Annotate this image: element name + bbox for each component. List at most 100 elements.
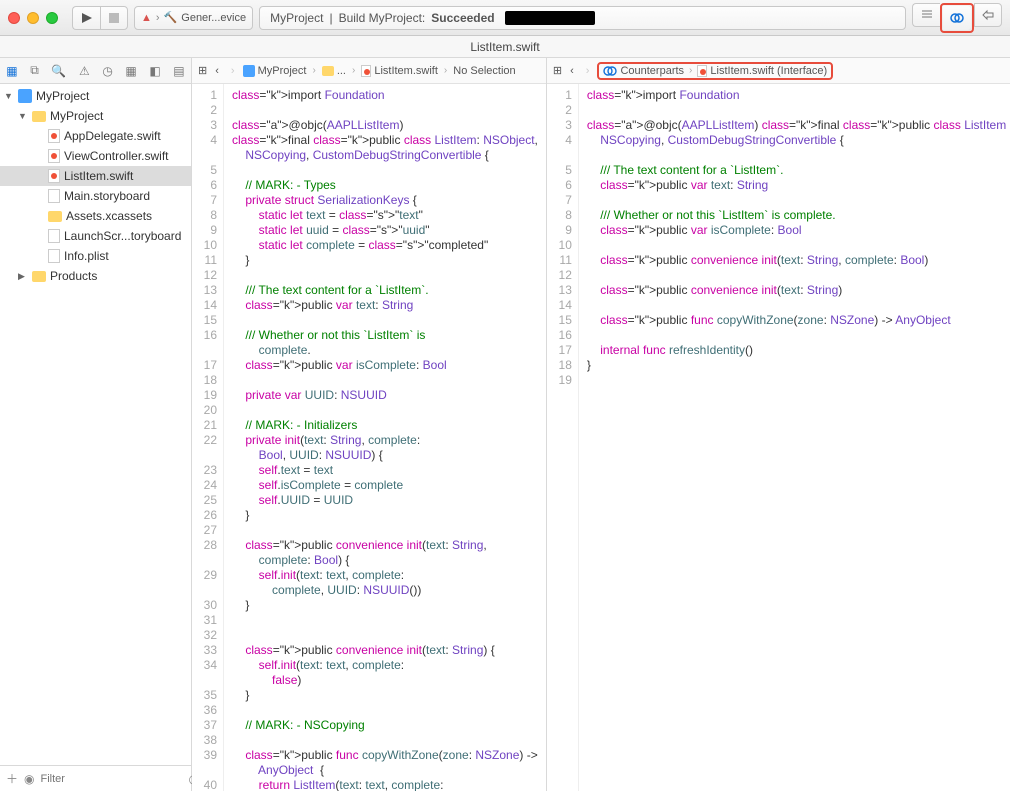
status-sep: | — [329, 11, 332, 25]
standard-editor-button[interactable] — [912, 3, 940, 27]
assets-icon — [48, 211, 62, 222]
tree-file[interactable]: Assets.xcassets — [0, 206, 191, 226]
version-editor-button[interactable] — [974, 3, 1002, 27]
main-area: ▦ ⧉ 🔍 ⚠ ◷ ▦ ◧ ▤ ▼ MyProject ▼ MyProject … — [0, 58, 1010, 791]
primary-editor: ⊞ ‹ › MyProject › ... › ListItem.swift › — [192, 58, 547, 791]
tree-group[interactable]: ▼ MyProject — [0, 106, 191, 126]
folder-icon — [322, 66, 334, 76]
code-editor-left[interactable]: 1234 5678910111213141516 171819202122 23… — [192, 84, 546, 791]
scheme-selector[interactable]: ▲ › 🔨 Gener...evice — [134, 6, 253, 30]
disclosure-icon[interactable]: ▼ — [18, 111, 28, 121]
redacted-area — [505, 11, 595, 25]
jump-folder[interactable]: ... — [322, 65, 346, 77]
counterparts-highlight: Counterparts › ListItem.swift (Interface… — [597, 62, 833, 80]
disclosure-icon[interactable]: ▼ — [4, 91, 14, 101]
code-content[interactable]: class="k">import Foundation class="a">@o… — [579, 84, 1010, 791]
jump-file[interactable]: ListItem.swift — [361, 65, 438, 77]
navigator-tabs: ▦ ⧉ 🔍 ⚠ ◷ ▦ ◧ ▤ — [0, 58, 191, 84]
back-button[interactable]: ‹ — [566, 65, 578, 77]
tree-products[interactable]: ▶ Products — [0, 266, 191, 286]
test-navigator-tab[interactable]: ◷ — [102, 64, 112, 78]
jump-counterparts[interactable]: Counterparts — [603, 65, 684, 77]
chevron-icon: › — [350, 65, 357, 76]
line-gutter: 1234 5678910111213141516 171819202122 23… — [192, 84, 224, 791]
swift-file-icon — [361, 65, 371, 77]
storyboard-file-icon — [48, 229, 60, 243]
swift-file-icon — [48, 129, 60, 143]
tree-file[interactable]: Main.storyboard — [0, 186, 191, 206]
tree-file-selected[interactable]: ListItem.swift — [0, 166, 191, 186]
run-button[interactable] — [72, 6, 100, 30]
find-navigator-tab[interactable]: 🔍 — [51, 64, 66, 78]
tree-file[interactable]: AppDelegate.swift — [0, 126, 191, 146]
forward-button[interactable]: › — [227, 65, 239, 77]
file-label: LaunchScr...toryboard — [64, 229, 181, 243]
jump-bar-left[interactable]: ⊞ ‹ › MyProject › ... › ListItem.swift › — [192, 58, 546, 84]
assistant-editor-button[interactable] — [943, 6, 971, 30]
file-label: ListItem.swift — [64, 169, 133, 183]
window-controls — [8, 12, 58, 24]
swift-file-icon — [48, 149, 60, 163]
chevron-icon: › — [687, 65, 694, 76]
products-label: Products — [50, 269, 97, 283]
add-button[interactable]: ＋ — [6, 770, 18, 787]
status-result: Succeeded — [431, 11, 494, 25]
hammer-icon: 🔨 — [164, 11, 178, 24]
filter-scope-icon[interactable]: ◉ — [24, 772, 34, 786]
file-label: Info.plist — [64, 249, 109, 263]
code-content[interactable]: class="k">import Foundation class="a">@o… — [224, 84, 546, 791]
navigator-footer: ＋ ◉ ◷ ▢ — [0, 765, 191, 791]
tree-file[interactable]: Info.plist — [0, 246, 191, 266]
minimize-window-button[interactable] — [27, 12, 39, 24]
status-action: Build MyProject: — [339, 11, 426, 25]
scheme-target-label: Gener...evice — [181, 12, 246, 24]
filter-input[interactable] — [41, 773, 183, 785]
storyboard-file-icon — [48, 189, 60, 203]
navigator-panel: ▦ ⧉ 🔍 ⚠ ◷ ▦ ◧ ▤ ▼ MyProject ▼ MyProject … — [0, 58, 192, 791]
editor-mode-group — [912, 3, 1002, 33]
project-icon — [18, 89, 32, 103]
close-window-button[interactable] — [8, 12, 20, 24]
file-title: ListItem.swift — [470, 40, 539, 54]
stop-button[interactable] — [100, 6, 128, 30]
forward-button[interactable]: › — [582, 65, 594, 77]
back-button[interactable]: ‹ — [211, 65, 223, 77]
run-stop-group — [72, 6, 128, 30]
project-tree[interactable]: ▼ MyProject ▼ MyProject AppDelegate.swif… — [0, 84, 191, 765]
project-icon — [243, 65, 255, 77]
tree-file[interactable]: LaunchScr...toryboard — [0, 226, 191, 246]
disclosure-icon[interactable]: ▶ — [18, 271, 28, 282]
root-label: MyProject — [36, 89, 89, 103]
jump-selection[interactable]: No Selection — [453, 65, 515, 77]
debug-navigator-tab[interactable]: ▦ — [125, 64, 136, 78]
tree-root[interactable]: ▼ MyProject — [0, 86, 191, 106]
file-label: ViewController.swift — [64, 149, 168, 163]
issue-navigator-tab[interactable]: ⚠ — [79, 64, 90, 78]
related-items-icon[interactable]: ⊞ — [553, 64, 562, 77]
chevron-icon: › — [442, 65, 449, 76]
assistant-editor-highlight — [940, 3, 974, 33]
related-items-icon[interactable]: ⊞ — [198, 64, 207, 77]
status-project: MyProject — [270, 11, 323, 25]
jump-interface-file[interactable]: ListItem.swift (Interface) — [697, 65, 827, 77]
zoom-window-button[interactable] — [46, 12, 58, 24]
editor-area: ⊞ ‹ › MyProject › ... › ListItem.swift › — [192, 58, 1010, 791]
chevron-icon: › — [310, 65, 317, 76]
activity-status[interactable]: MyProject | Build MyProject: Succeeded — [259, 6, 906, 30]
counterparts-icon — [603, 65, 617, 77]
plist-file-icon — [48, 249, 60, 263]
breakpoint-navigator-tab[interactable]: ◧ — [149, 64, 160, 78]
report-navigator-tab[interactable]: ▤ — [173, 64, 184, 78]
jump-bar-right[interactable]: ⊞ ‹ › Counterparts › ListItem.swift (Int… — [547, 58, 1010, 84]
file-title-strip: ListItem.swift — [0, 36, 1010, 58]
folder-icon — [32, 111, 46, 122]
group-label: MyProject — [50, 109, 103, 123]
symbol-navigator-tab[interactable]: ⧉ — [30, 63, 39, 78]
tree-file[interactable]: ViewController.swift — [0, 146, 191, 166]
jump-project[interactable]: MyProject — [243, 65, 307, 77]
file-label: AppDelegate.swift — [64, 129, 161, 143]
file-label: Assets.xcassets — [66, 209, 152, 223]
code-editor-right[interactable]: 1234 5678910111213141516171819 class="k"… — [547, 84, 1010, 791]
project-navigator-tab[interactable]: ▦ — [6, 64, 17, 78]
swift-file-icon — [697, 65, 707, 77]
